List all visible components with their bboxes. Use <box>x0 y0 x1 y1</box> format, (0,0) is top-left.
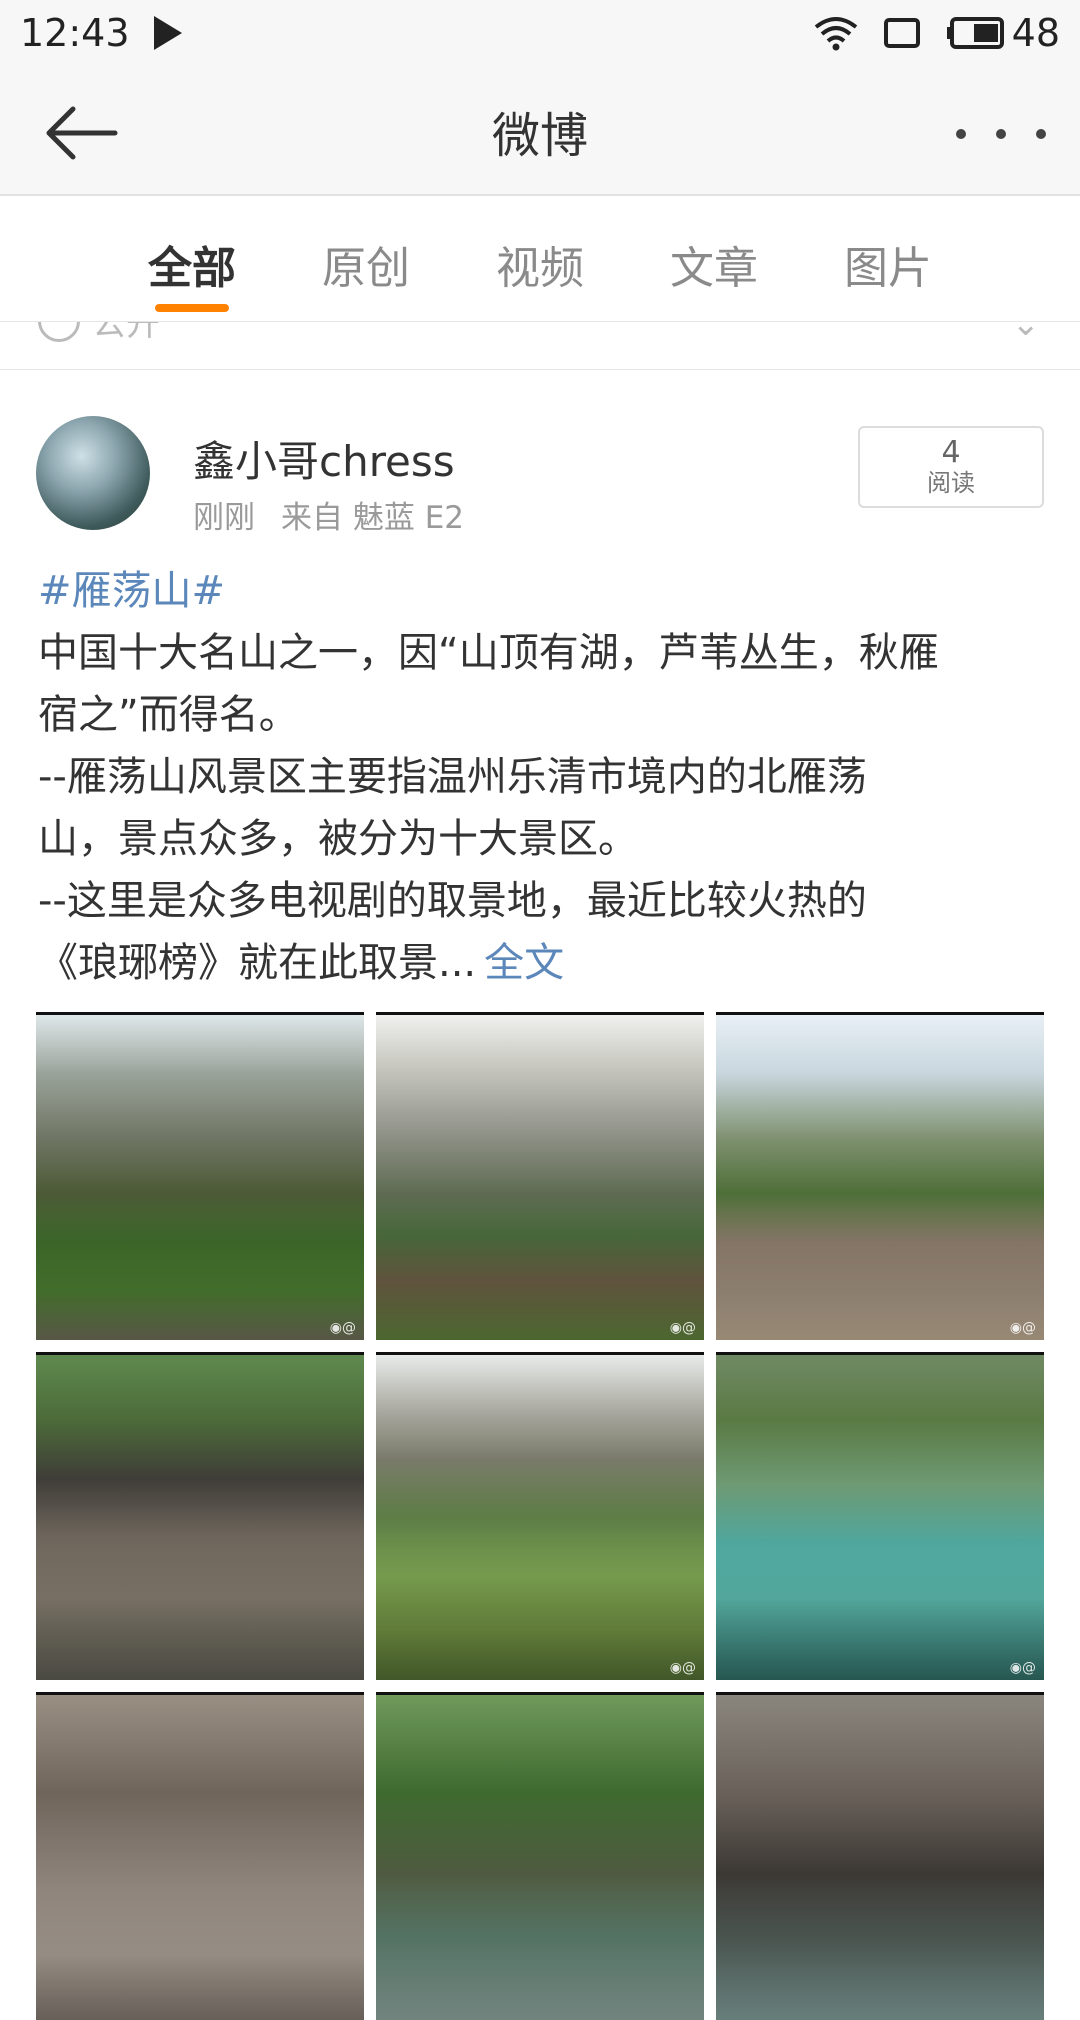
photo-shade <box>36 1550 364 1680</box>
read-count: 4 <box>941 435 961 470</box>
status-right: 48 <box>814 11 1060 55</box>
post-text-line: 《琅琊榜》就在此取景... <box>38 940 477 986</box>
tab-article[interactable]: 文章 <box>670 232 758 296</box>
read-label: 阅读 <box>927 469 975 497</box>
more-dot <box>1036 129 1046 139</box>
more-button[interactable] <box>956 104 1046 164</box>
hashtag-link[interactable]: #雁荡山# <box>38 560 1048 622</box>
photo-mountain-farmland[interactable]: ◉@ <box>376 1012 704 1340</box>
post-text-line: --雁荡山风景区主要指温州乐清市境内的北雁荡 <box>38 754 867 800</box>
read-count-box: 4 阅读 <box>858 426 1044 508</box>
play-icon <box>153 16 182 50</box>
post-source: 来自 魅蓝 E2 <box>281 500 465 536</box>
post-text-line: 中国十大名山之一，因“山顶有湖，芦苇丛生，秋雁 <box>38 630 939 676</box>
app-bar: 微博 <box>0 66 1080 196</box>
post-time: 刚刚 <box>193 500 255 536</box>
battery-indicator: 48 <box>946 11 1060 55</box>
author-name[interactable]: 鑫小哥chress <box>193 428 455 489</box>
photo-cliff-village[interactable]: ◉@ <box>36 1012 364 1340</box>
status-left: 12:43 <box>20 11 182 55</box>
post-body: #雁荡山# 中国十大名山之一，因“山顶有湖，芦苇丛生，秋雁 宿之”而得名。 --… <box>38 560 1048 994</box>
tab-all[interactable]: 全部 <box>148 232 236 296</box>
weibo-watermark-icon: ◉@ <box>1009 1320 1036 1336</box>
photo-shade <box>376 1550 704 1680</box>
photo-shade <box>716 1550 1044 1680</box>
photo-turquoise-pool[interactable]: ◉@ <box>716 1352 1044 1680</box>
weibo-watermark-icon: ◉@ <box>329 1320 356 1336</box>
photo-stone-monument[interactable]: ◉@ <box>716 1012 1044 1340</box>
post-text-line: --这里是众多电视剧的取景地，最近比较火热的 <box>38 878 867 924</box>
photo-shade <box>716 1210 1044 1340</box>
photo-cave[interactable] <box>716 1692 1044 2020</box>
status-bar: 12:43 48 <box>0 0 1080 66</box>
photo-shade <box>716 1890 1044 2020</box>
post-text-last-line: 《琅琊榜》就在此取景... 全文 <box>38 932 1048 994</box>
tab-original[interactable]: 原创 <box>322 232 410 296</box>
photo-shade <box>376 1890 704 2020</box>
post-meta: 刚刚 来自 魅蓝 E2 <box>193 492 464 537</box>
weibo-watermark-icon: ◉@ <box>669 1660 696 1676</box>
weibo-watermark-icon: ◉@ <box>1009 1660 1036 1676</box>
tab-video[interactable]: 视频 <box>496 232 584 296</box>
weibo-watermark-icon: ◉@ <box>669 1320 696 1336</box>
photo-shade <box>36 1210 364 1340</box>
photo-shade <box>36 1890 364 2020</box>
filter-tabs: 全部 原创 视频 文章 图片 <box>0 196 1080 322</box>
more-dots-icon <box>956 129 966 139</box>
avatar[interactable] <box>36 416 150 530</box>
active-tab-indicator <box>155 304 229 312</box>
more-dot <box>996 129 1006 139</box>
chevron-down-icon[interactable]: ⌄ <box>1012 322 1041 344</box>
tab-images[interactable]: 图片 <box>844 232 932 296</box>
photo-shade <box>376 1210 704 1340</box>
visibility-label: 公开 <box>92 322 160 344</box>
photo-green-valley[interactable]: ◉@ <box>376 1352 704 1680</box>
wifi-icon <box>814 17 857 51</box>
full-text-link[interactable]: 全文 <box>484 940 564 986</box>
battery-icon <box>946 17 1004 49</box>
page-title: 微博 <box>491 108 588 164</box>
battery-level: 48 <box>1011 11 1060 55</box>
post-text-line: 宿之”而得名。 <box>38 692 299 738</box>
previous-post-footer: 公开 ⌄ <box>0 322 1080 370</box>
photo-forest-stream[interactable] <box>376 1692 704 2020</box>
photo-stone-house[interactable] <box>36 1352 364 1680</box>
post-text-line: 山，景点众多，被分为十大景区。 <box>38 816 638 862</box>
status-time: 12:43 <box>20 11 130 55</box>
globe-icon <box>38 322 80 342</box>
photo-waterfall[interactable] <box>36 1692 364 2020</box>
screen-rotate-icon <box>883 18 920 48</box>
